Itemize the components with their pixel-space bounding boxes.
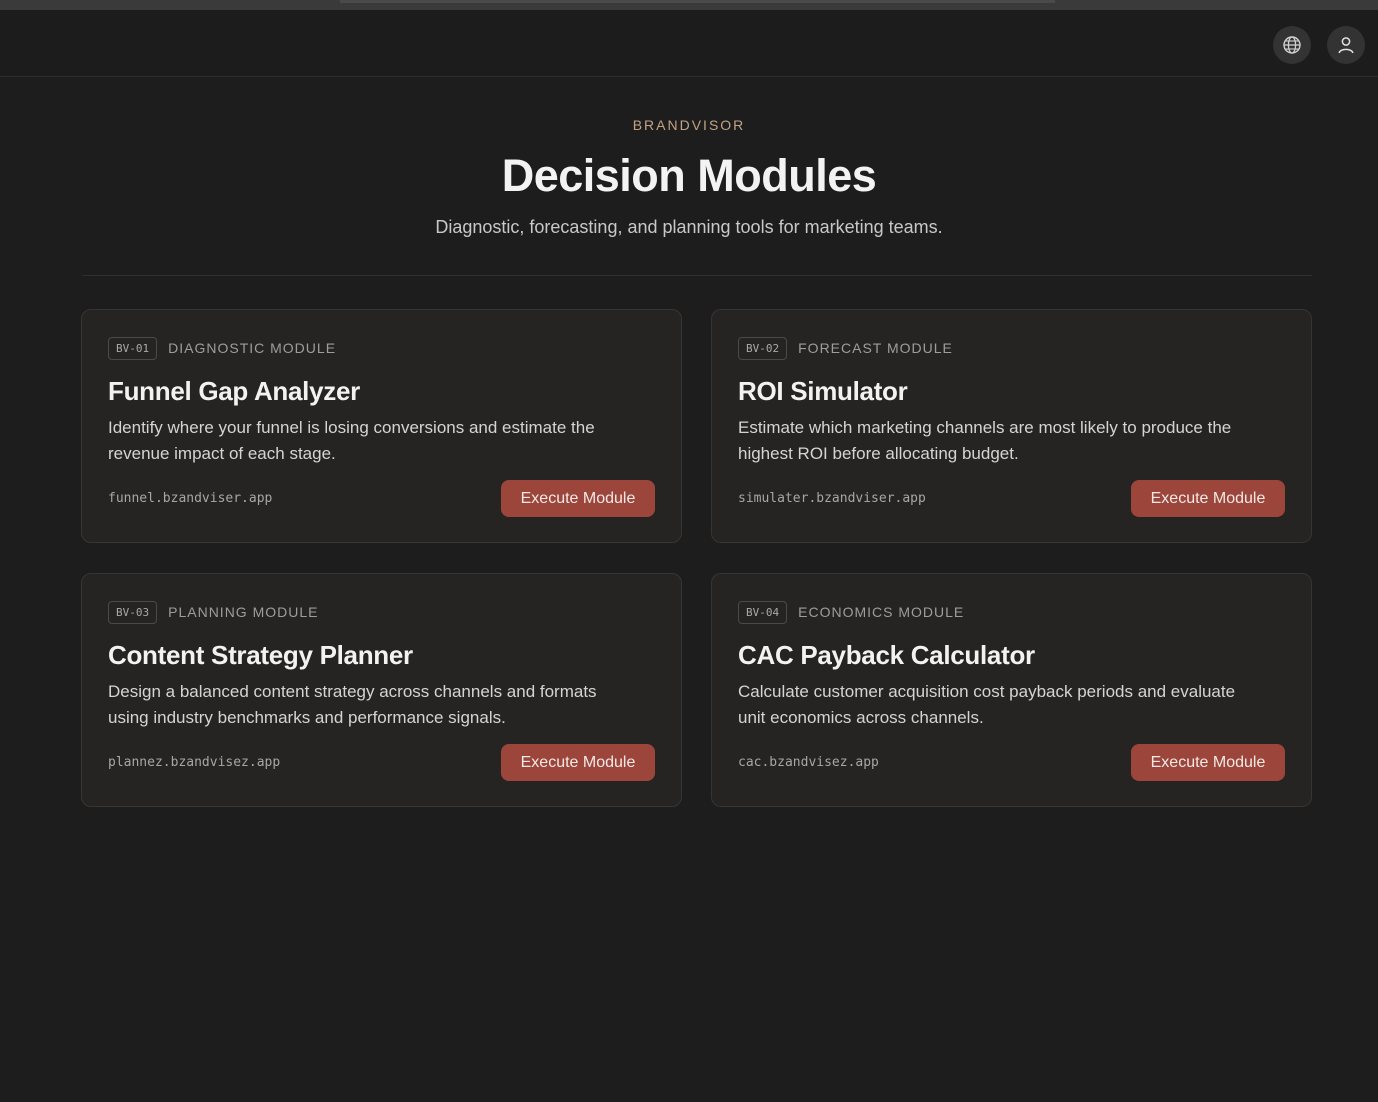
module-title: ROI Simulator [738,376,908,406]
module-url: funnel.bzandviser.app [108,491,273,506]
module-title: Content Strategy Planner [108,640,413,670]
module-kind-label: DIAGNOSTIC MODULE [168,340,337,356]
top-bar [0,10,1378,77]
module-title: Funnel Gap Analyzer [108,376,360,406]
language-button[interactable] [1273,26,1311,64]
module-kind-label: FORECAST MODULE [798,340,953,356]
module-card-roi-simulator: BV-02 FORECAST MODULE ROI Simulator Esti… [711,309,1312,543]
module-description: Identify where your funnel is losing con… [108,418,595,463]
section-divider [82,275,1312,276]
module-description: Calculate customer acquisition cost payb… [738,682,1236,727]
execute-module-button[interactable]: Execute Module [1131,480,1285,517]
module-description: Estimate which marketing channels are mo… [738,418,1232,463]
module-code-badge: BV-01 [108,336,158,360]
execute-module-button[interactable]: Execute Module [501,480,655,517]
module-url: plannez.bzandvisez.app [108,755,281,770]
module-description: Design a balanced content strategy acros… [108,682,597,727]
module-url: cac.bzandvisez.app [738,755,879,770]
module-code-badge: BV-03 [108,600,158,624]
module-code-badge: BV-02 [738,336,788,360]
module-card-content-strategy-planner: BV-03 PLANNING MODULE Content Strategy P… [81,573,682,807]
module-kind-label: ECONOMICS MODULE [798,604,965,620]
execute-module-button[interactable]: Execute Module [501,744,655,781]
execute-module-button[interactable]: Execute Module [1131,744,1285,781]
module-card-cac-payback-calculator: BV-04 ECONOMICS MODULE CAC Payback Calcu… [711,573,1312,807]
module-url: simulater.bzandviser.app [738,491,926,506]
brand-eyebrow: BRANDVISOR [632,117,746,133]
window-tab-highlight [340,0,1055,3]
page-title: Decision Modules [501,150,877,201]
module-kind-label: PLANNING MODULE [168,604,319,620]
window-top-strip [0,0,1378,10]
page-subtitle: Diagnostic, forecasting, and planning to… [435,217,943,237]
module-title: CAC Payback Calculator [738,640,1035,670]
module-card-funnel-gap-analyzer: BV-01 DIAGNOSTIC MODULE Funnel Gap Analy… [81,309,682,543]
account-button[interactable] [1327,26,1365,64]
globe-icon [1283,36,1301,54]
user-icon [1338,37,1354,54]
module-code-badge: BV-04 [738,600,788,624]
